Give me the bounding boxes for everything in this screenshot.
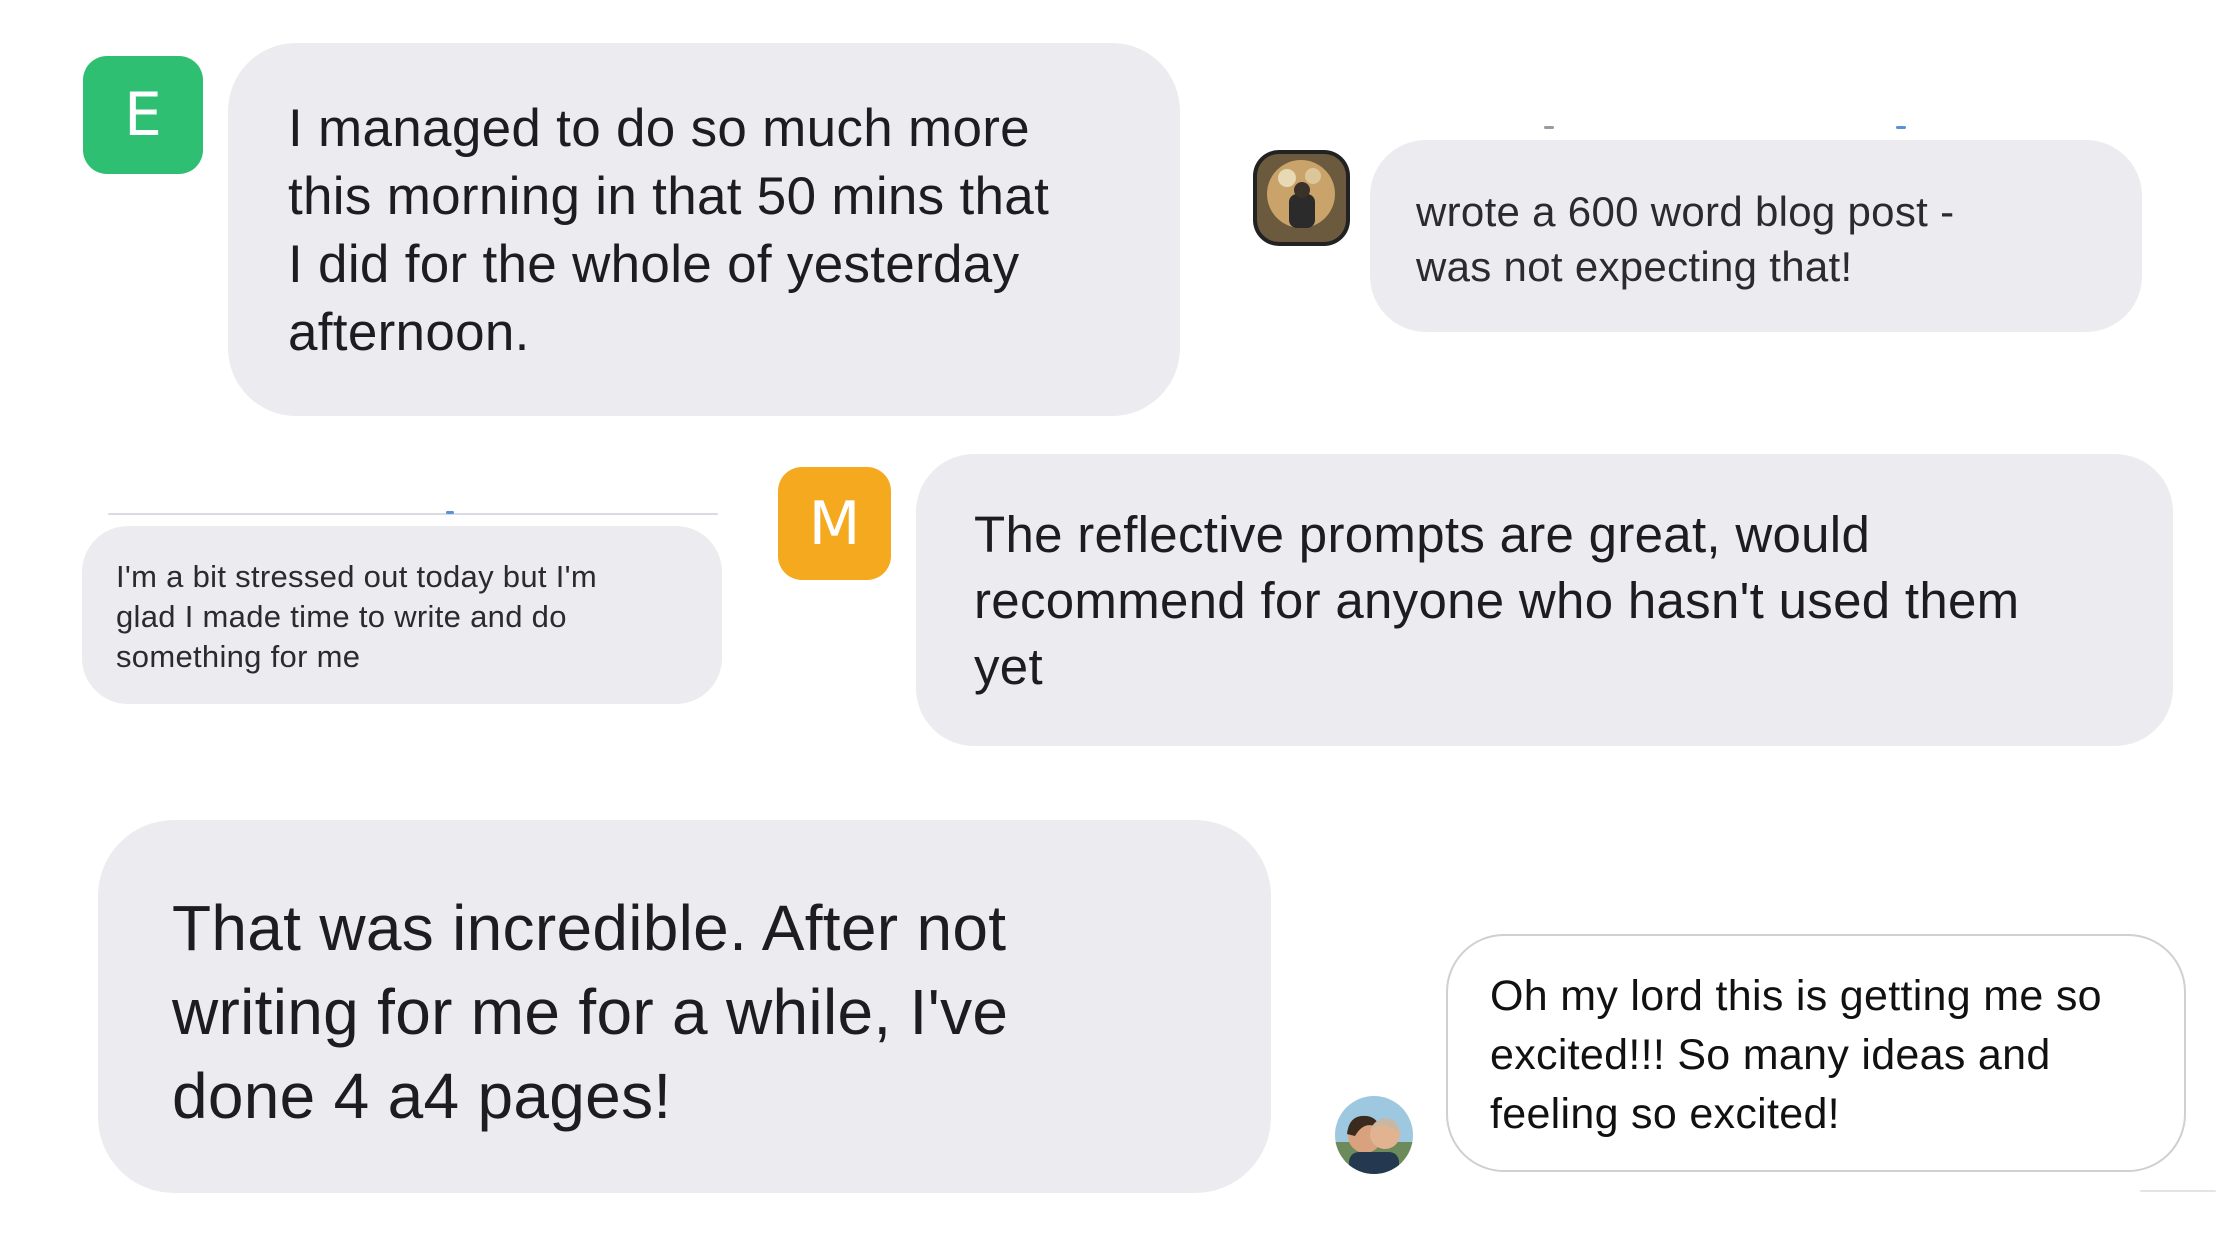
message-bubble: The reflective prompts are great, would …: [916, 454, 2173, 746]
couple-photo-icon: [1335, 1096, 1413, 1174]
cropped-text-fragment: [446, 511, 454, 514]
cropped-text-fragment: [108, 513, 718, 515]
message-text: The reflective prompts are great, would …: [974, 506, 2020, 695]
avatar-e: E: [83, 56, 203, 174]
avatar-m: M: [778, 467, 891, 580]
cropped-text-fragment: [1544, 126, 1554, 129]
message-text: I managed to do so much more this mornin…: [288, 99, 1050, 362]
cropped-bubble-edge: [2140, 1190, 2216, 1192]
message-bubble: I managed to do so much more this mornin…: [228, 43, 1180, 416]
message-bubble: wrote a 600 word blog post - was not exp…: [1370, 140, 2142, 332]
message-text: That was incredible. After not writing f…: [172, 892, 1009, 1132]
avatar-photo: [1253, 150, 1350, 246]
avatar-photo: [1335, 1096, 1413, 1174]
message-bubble: That was incredible. After not writing f…: [98, 820, 1271, 1193]
message-text: wrote a 600 word blog post - was not exp…: [1416, 188, 1955, 290]
message-bubble: Oh my lord this is getting me so excited…: [1446, 934, 2186, 1172]
cropped-text-fragment: [1896, 126, 1906, 129]
message-text: I'm a bit stressed out today but I'm gla…: [116, 559, 597, 674]
avatar-letter: E: [124, 80, 162, 150]
profile-photo-icon: [1257, 154, 1346, 242]
message-bubble: I'm a bit stressed out today but I'm gla…: [82, 526, 722, 704]
avatar-letter: M: [808, 488, 861, 559]
message-text: Oh my lord this is getting me so excited…: [1490, 972, 2102, 1138]
